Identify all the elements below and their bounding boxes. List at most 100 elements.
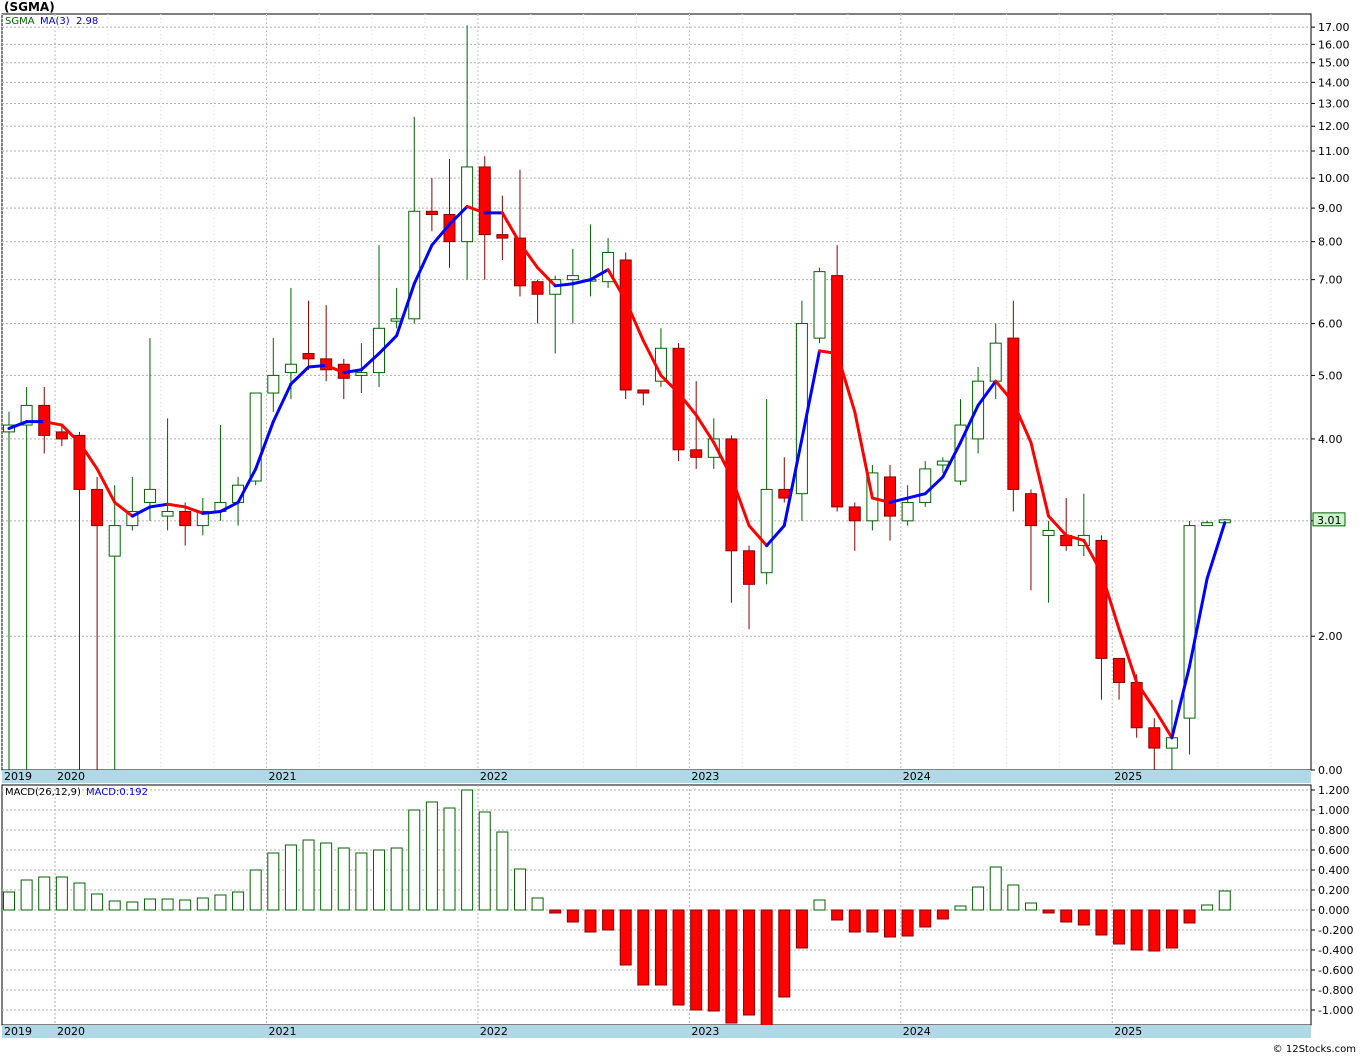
candle-body bbox=[989, 342, 1002, 382]
macd-bar bbox=[55, 876, 68, 911]
ma-segment bbox=[553, 282, 575, 288]
price-tick-label: 9.00 bbox=[1318, 202, 1343, 215]
year-label: 2025 bbox=[1114, 770, 1142, 783]
price-tick-label: 11.00 bbox=[1318, 145, 1350, 158]
price-tick-label: 8.00 bbox=[1318, 236, 1343, 249]
macd-tick-label: 1.200 bbox=[1318, 784, 1350, 797]
legend-symbol: SGMA bbox=[5, 16, 35, 27]
macd-bar bbox=[232, 891, 245, 911]
macd-bar bbox=[901, 909, 914, 937]
macd-bar bbox=[831, 909, 844, 921]
price-tick-label: 0.00 bbox=[1318, 764, 1343, 777]
macd-bar bbox=[1148, 909, 1161, 952]
candle-body bbox=[461, 166, 474, 243]
macd-tick-label: 0.400 bbox=[1318, 864, 1350, 877]
candle-body bbox=[831, 275, 844, 508]
candle-body bbox=[161, 510, 174, 517]
macd-bar bbox=[161, 898, 174, 911]
macd-bar bbox=[390, 847, 403, 911]
year-label: 2025 bbox=[1114, 1025, 1142, 1038]
candle-body bbox=[1148, 727, 1161, 749]
macd-bar bbox=[743, 909, 756, 1016]
legend-ma-label: MA(3) bbox=[40, 16, 70, 27]
macd-bar bbox=[1218, 890, 1231, 911]
macd-bar bbox=[602, 909, 615, 931]
macd-bar bbox=[531, 897, 544, 911]
macd-bar bbox=[496, 831, 509, 911]
year-label: 2024 bbox=[903, 770, 931, 783]
candle-body bbox=[919, 468, 932, 503]
macd-label: MACD(26,12,9) bbox=[5, 787, 81, 798]
macd-bar bbox=[707, 909, 720, 1012]
candle-body bbox=[1113, 657, 1126, 683]
price-tick-label: 5.00 bbox=[1318, 369, 1343, 382]
macd-bar bbox=[38, 876, 51, 911]
macd-bar bbox=[813, 899, 826, 911]
price-tick-label: 6.00 bbox=[1318, 318, 1343, 331]
candle-body bbox=[637, 389, 650, 394]
candle-body bbox=[760, 488, 773, 574]
year-label: 2020 bbox=[57, 770, 85, 783]
macd-bar bbox=[1113, 909, 1126, 945]
candle-body bbox=[425, 210, 438, 216]
year-label: 2022 bbox=[480, 770, 508, 783]
macd-bar bbox=[936, 909, 949, 920]
macd-bar bbox=[179, 899, 192, 911]
candle-body bbox=[743, 550, 756, 585]
macd-tick-label: -0.800 bbox=[1318, 984, 1353, 997]
price-tick-label: 16.00 bbox=[1318, 38, 1350, 51]
macd-bar bbox=[3, 891, 15, 911]
macd-bar bbox=[320, 842, 333, 911]
macd-bar bbox=[584, 909, 597, 933]
candle-body bbox=[813, 271, 826, 339]
price-tick-label: 2.00 bbox=[1318, 630, 1343, 643]
macd-bar bbox=[443, 807, 456, 911]
candle-body bbox=[1201, 522, 1214, 527]
macd-tick-label: -0.200 bbox=[1318, 924, 1353, 937]
candle-body bbox=[496, 234, 509, 239]
macd-bar bbox=[654, 909, 667, 986]
macd-bar bbox=[143, 898, 156, 911]
macd-bar bbox=[972, 886, 985, 911]
candle-body bbox=[1042, 529, 1055, 536]
macd-tick-label: -0.400 bbox=[1318, 944, 1353, 957]
candle-body bbox=[531, 281, 544, 295]
macd-bar bbox=[884, 909, 896, 938]
stock-chart: (SGMA) 17.00 16.00 15.00 14.00 13.00 12.00 11.… bbox=[0, 0, 1360, 1056]
candle-body bbox=[478, 166, 491, 236]
macd-bar bbox=[778, 909, 791, 998]
candle-body bbox=[108, 525, 121, 557]
macd-bar bbox=[566, 909, 579, 923]
candle-body bbox=[566, 275, 579, 281]
candle-body bbox=[284, 363, 297, 374]
macd-tick-label: 0.600 bbox=[1318, 844, 1350, 857]
candle-body bbox=[936, 460, 949, 466]
price-tick-label: 7.00 bbox=[1318, 274, 1343, 287]
candle-body bbox=[143, 488, 156, 503]
candle-body bbox=[91, 488, 104, 527]
macd-bar bbox=[866, 909, 879, 933]
macd-bar bbox=[196, 897, 209, 911]
macd-bar bbox=[214, 894, 227, 911]
macd-bar bbox=[267, 852, 280, 911]
macd-bar bbox=[337, 847, 350, 911]
macd-bar bbox=[1095, 909, 1108, 936]
candle-body bbox=[619, 259, 632, 391]
macd-bar bbox=[126, 901, 139, 911]
candle-body bbox=[795, 323, 808, 495]
year-label: 2021 bbox=[268, 770, 296, 783]
price-tick-label: 14.00 bbox=[1318, 76, 1350, 89]
macd-bar bbox=[1007, 884, 1020, 911]
macd-bar bbox=[725, 909, 738, 1024]
macd-tick-label: 0.800 bbox=[1318, 824, 1350, 837]
candle-body bbox=[408, 210, 421, 320]
macd-tick-label: -0.600 bbox=[1318, 964, 1353, 977]
macd-bar bbox=[355, 852, 368, 911]
candle-body bbox=[1165, 737, 1178, 749]
macd-bar bbox=[461, 789, 474, 911]
price-plot-frame bbox=[1, 13, 1312, 771]
price-tick-label: 15.00 bbox=[1318, 57, 1350, 70]
macd-bar bbox=[73, 882, 86, 911]
macd-bar bbox=[989, 866, 1002, 911]
ma-segment bbox=[201, 509, 222, 515]
